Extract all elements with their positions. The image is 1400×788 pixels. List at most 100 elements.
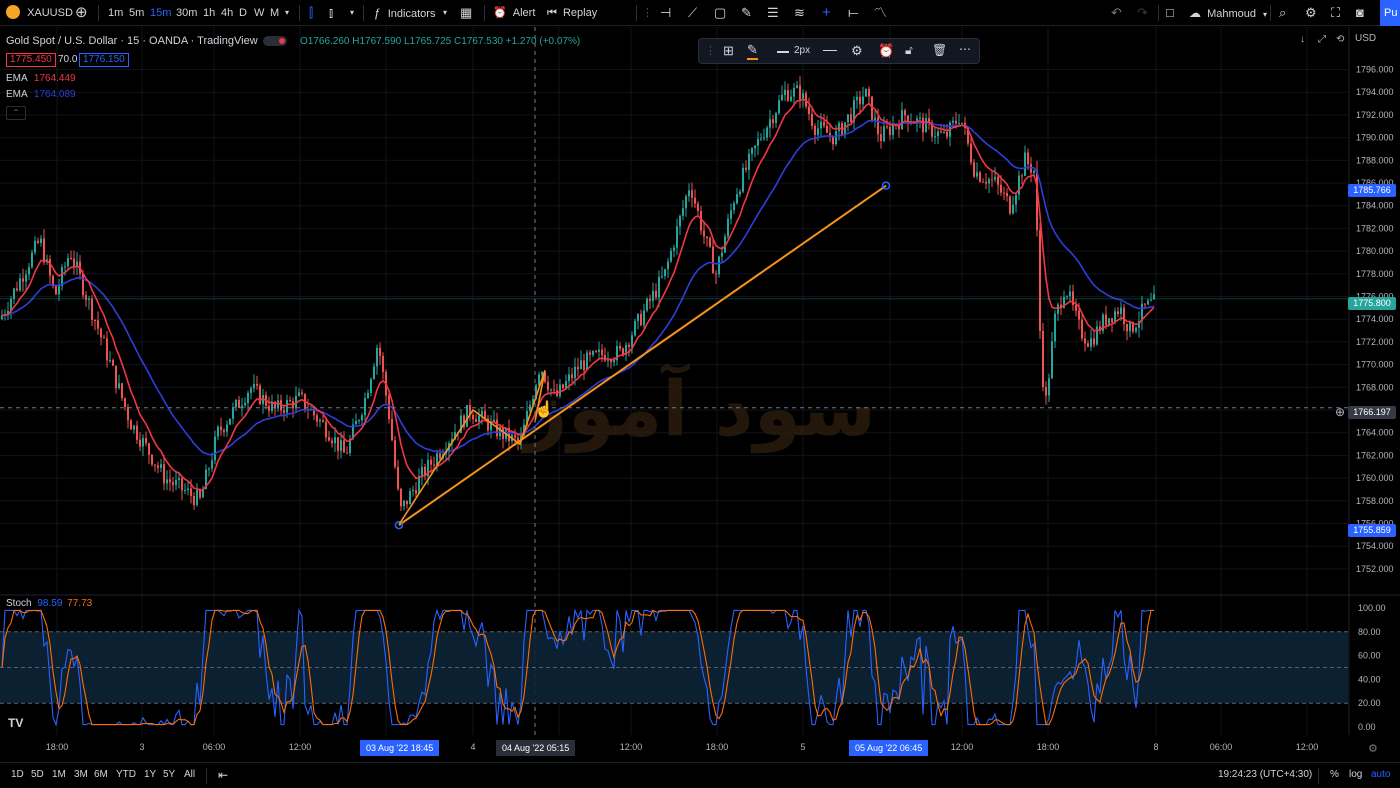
candle-body bbox=[55, 286, 57, 295]
range-6m[interactable]: 6M bbox=[94, 763, 108, 788]
candle-body bbox=[757, 138, 759, 146]
interval-4h[interactable]: 4h bbox=[221, 0, 233, 26]
stoch-d-value: 77.73 bbox=[67, 598, 93, 609]
search-icon[interactable]: ⌕ bbox=[1279, 0, 1286, 26]
chart-canvas[interactable]: سود آموز ☝ 1796.0001794.0001792.0001790.… bbox=[0, 27, 1400, 762]
add-symbol-icon[interactable]: ⊕ bbox=[75, 0, 88, 26]
interval-dropdown-icon[interactable]: ▾ bbox=[285, 0, 289, 26]
drawings[interactable] bbox=[394, 181, 891, 530]
chart-type-dropdown-icon[interactable]: ▾ bbox=[350, 0, 354, 26]
ema-fast-legend[interactable]: EMA 1764.449 bbox=[6, 73, 76, 84]
range-1y[interactable]: 1Y bbox=[144, 763, 156, 788]
interval-15m[interactable]: 15m bbox=[150, 0, 171, 26]
candle-body bbox=[712, 246, 714, 274]
range-1m[interactable]: 1M bbox=[52, 763, 66, 788]
candle-body bbox=[127, 406, 129, 421]
collapse-legend-icon[interactable]: ⌃ bbox=[6, 106, 26, 120]
brush-icon[interactable]: ✎ bbox=[741, 0, 752, 26]
symbol-search[interactable]: XAUUSD bbox=[6, 0, 73, 26]
interval-w[interactable]: W bbox=[254, 0, 264, 26]
candle-body bbox=[319, 420, 321, 422]
candle-body bbox=[1066, 296, 1068, 298]
ray-icon[interactable]: ⟝ bbox=[848, 0, 859, 26]
alert-button[interactable]: ⏰ Alert bbox=[493, 0, 535, 26]
price-tag-crosshair[interactable]: 1766.197 bbox=[1348, 406, 1396, 419]
line-style-icon[interactable] bbox=[823, 50, 837, 51]
drag-handle-icon[interactable]: ⋮ bbox=[642, 0, 653, 26]
line-width-icon[interactable] bbox=[777, 51, 789, 53]
candle-body bbox=[400, 488, 402, 507]
log-toggle[interactable]: log bbox=[1349, 763, 1362, 788]
candle-body bbox=[1051, 341, 1053, 379]
interval-30m[interactable]: 30m bbox=[176, 0, 197, 26]
layout-icon[interactable]: ▦ bbox=[460, 0, 472, 26]
drawing-alert-icon[interactable]: ⏰ bbox=[878, 43, 894, 59]
ask-price[interactable]: 1776.150 bbox=[79, 53, 129, 67]
percent-toggle[interactable]: % bbox=[1330, 763, 1339, 788]
clock[interactable]: 19:24:23 (UTC+4:30) bbox=[1218, 763, 1312, 788]
trash-icon[interactable]: 🗑︎ bbox=[932, 43, 947, 57]
path-icon[interactable]: 〽 bbox=[874, 0, 887, 26]
stoch-legend[interactable]: Stoch 98.59 77.73 bbox=[6, 598, 92, 609]
price-tag-anchor[interactable]: 1755.859 bbox=[1348, 524, 1396, 537]
reset-pane-icon[interactable]: ⟲ bbox=[1336, 34, 1344, 45]
interval-5m[interactable]: 5m bbox=[129, 0, 144, 26]
rectangle-icon[interactable]: ▢ bbox=[714, 0, 726, 26]
interval-d[interactable]: D bbox=[239, 0, 247, 26]
drawing-settings-icon[interactable]: ⚙ bbox=[851, 43, 863, 59]
candle-body bbox=[982, 181, 984, 183]
line-color-icon[interactable]: ✎ bbox=[747, 42, 758, 60]
fullscreen-icon[interactable]: ⛶ bbox=[1331, 0, 1340, 26]
range-all[interactable]: All bbox=[184, 763, 195, 788]
candles-icon[interactable]: ⫿ bbox=[309, 0, 313, 26]
candle-body bbox=[793, 87, 795, 97]
range-5y[interactable]: 5Y bbox=[163, 763, 175, 788]
market-status-toggle[interactable] bbox=[263, 36, 287, 46]
fullscreen-box-icon[interactable]: □ bbox=[1166, 0, 1174, 26]
trend-line-icon[interactable]: ⟋ bbox=[688, 0, 697, 26]
settings-icon[interactable]: ⚙ bbox=[1305, 0, 1317, 26]
scroll-down-icon[interactable]: ↓ bbox=[1300, 34, 1305, 45]
interval-1h[interactable]: 1h bbox=[203, 0, 215, 26]
candle-body bbox=[811, 113, 813, 126]
publish-button[interactable]: Pu bbox=[1380, 0, 1400, 26]
range-3m[interactable]: 3M bbox=[74, 763, 88, 788]
go-to-date-icon[interactable]: ⇤ bbox=[218, 763, 228, 788]
redo-icon[interactable]: ↷ bbox=[1137, 0, 1148, 26]
time-highlight-end: 05 Aug '22 06:45 bbox=[849, 740, 929, 756]
add-alert-plus-icon[interactable]: ⊕ bbox=[1335, 405, 1345, 419]
maximize-pane-icon[interactable]: ⤢ bbox=[1318, 34, 1326, 45]
replay-button[interactable]: ⏮ Replay bbox=[547, 0, 597, 26]
interval-1m[interactable]: 1m bbox=[108, 0, 123, 26]
ema-slow-legend[interactable]: EMA 1764.089 bbox=[6, 89, 76, 100]
candle-body bbox=[1024, 152, 1026, 177]
more-icon[interactable]: ⋯ bbox=[959, 42, 971, 56]
currency-label[interactable]: USD bbox=[1355, 33, 1376, 44]
chart-type-icon[interactable]: ⫾ bbox=[329, 0, 333, 26]
range-ytd[interactable]: YTD bbox=[116, 763, 136, 788]
user-menu[interactable]: ☁ Mahmoud ▾ bbox=[1189, 0, 1267, 26]
undo-icon[interactable]: ↶ bbox=[1111, 0, 1122, 26]
pattern-icon[interactable]: ≋ bbox=[794, 0, 805, 26]
time-settings-icon[interactable]: ⚙ bbox=[1368, 742, 1378, 755]
candle-body bbox=[568, 374, 570, 382]
bid-price[interactable]: 1775.450 bbox=[6, 53, 56, 67]
price-tag-last[interactable]: 1775.800 bbox=[1348, 297, 1396, 310]
lock-icon[interactable]: 🔓︎ bbox=[905, 43, 913, 58]
range-5d[interactable]: 5D bbox=[31, 763, 44, 788]
price-tag-trendline[interactable]: 1785.766 bbox=[1348, 184, 1396, 197]
crosshair-icon[interactable]: + bbox=[822, 0, 831, 26]
indicators-button[interactable]: ƒ Indicators bbox=[374, 0, 435, 26]
candle-body bbox=[1081, 319, 1083, 339]
candle-body bbox=[715, 273, 717, 275]
line-width-label[interactable]: 2px bbox=[794, 45, 810, 56]
snapshot-icon[interactable]: ◙ bbox=[1356, 0, 1364, 26]
templates-icon[interactable]: ⊞ bbox=[723, 43, 734, 59]
drag-handle-icon[interactable]: ⋮ bbox=[705, 44, 716, 57]
range-1d[interactable]: 1D bbox=[11, 763, 24, 788]
fib-icon[interactable]: ☰ bbox=[767, 0, 779, 26]
horizontal-line-icon[interactable]: ⊣ bbox=[660, 0, 671, 26]
auto-toggle[interactable]: auto bbox=[1371, 763, 1390, 788]
interval-m[interactable]: M bbox=[270, 0, 279, 26]
indicators-dropdown-icon[interactable]: ▾ bbox=[443, 0, 447, 26]
